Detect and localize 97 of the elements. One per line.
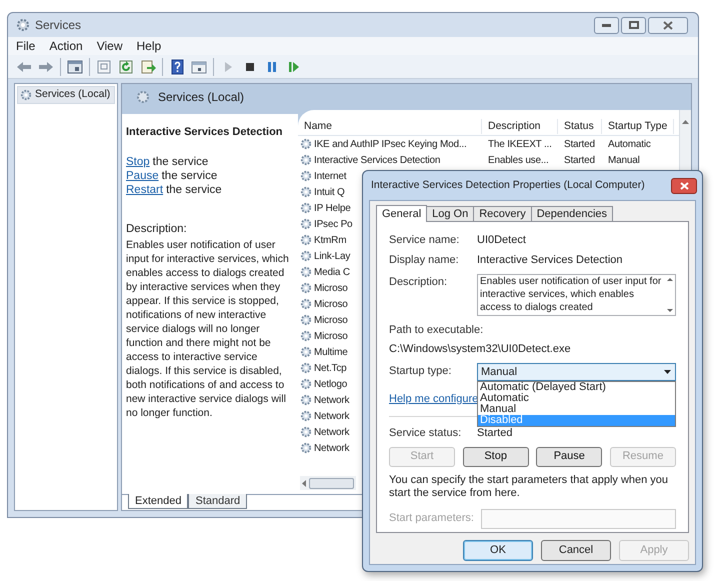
action-text: the service [162,168,218,182]
column-header[interactable]: Description [482,118,558,134]
menu-item[interactable]: File [16,37,36,55]
path-text: C:\Windows\system32\UI0Detect.exe [389,342,572,356]
column-header[interactable]: Name [298,118,482,134]
dropdown-option[interactable]: Manual [478,404,675,415]
menu-item[interactable]: View [96,37,122,55]
field-label: Display name: [389,253,460,268]
service-name[interactable]: Network [314,392,350,408]
gear-icon [20,89,32,101]
field-label: Path to executable: [389,323,484,338]
view-tab[interactable]: Standard [188,494,248,509]
details-title: Interactive Services Detection [126,125,284,140]
service-name[interactable]: Network [314,440,350,456]
close-icon [663,20,673,30]
menu-item[interactable]: Help [136,37,162,55]
console-tree-icon[interactable] [67,58,83,74]
description-label: Description: [126,222,188,236]
service-button[interactable]: Stop [462,446,529,466]
field-value: Interactive Services Detection [477,253,623,268]
dialog-button[interactable]: Cancel [541,540,611,561]
close-button[interactable] [648,16,688,34]
service-button[interactable]: Pause [536,446,602,466]
refresh-icon[interactable] [118,58,134,74]
table-cell-text: Started [563,138,596,152]
help-icon[interactable] [169,58,185,74]
service-name[interactable]: Interactive Services Detection [314,152,440,168]
service-name[interactable]: Net.Tcp [314,360,347,376]
up-arrow-icon [682,120,689,124]
service-name[interactable]: IKE and AuthIP IPsec Keying Mod... [314,136,467,152]
service-name[interactable]: Microso [314,296,348,312]
action-link[interactable]: Restart [126,182,164,196]
dialog-button[interactable]: OK [463,540,533,561]
field-value: Started [477,426,512,440]
dialog-tab[interactable]: Dependencies [530,206,614,221]
properties-icon[interactable] [96,58,112,74]
column-header[interactable]: Status [558,118,602,134]
table-cell-text: The IKEEXT ... [487,138,553,152]
table-cell-text: Automatic [607,138,652,152]
service-name[interactable]: Multime [314,344,348,360]
pane-title: Services (Local) [158,89,244,106]
dialog-tab[interactable]: General [376,205,428,222]
service-name[interactable]: IP Helpe [314,200,351,216]
table-cell-text: Started [563,154,596,168]
column-header[interactable]: Startup Type [602,118,674,134]
service-name[interactable]: Internet [314,168,346,184]
export-list-icon[interactable] [140,58,156,74]
maximize-button[interactable] [621,16,646,34]
action-text: the service [152,154,208,168]
action-link[interactable]: Stop [126,154,150,168]
menu-item[interactable]: Action [49,37,83,55]
window-title: Services [35,17,82,34]
service-name[interactable]: Microso [314,280,348,296]
description-box[interactable]: Enables user notification of user input for interactive services, which enables access to dialogs created [477,274,676,316]
dialog-tab[interactable]: Log On [426,206,474,221]
startup-type-dropdown[interactable]: Manual [477,363,676,381]
service-name[interactable]: IPsec Po [314,216,352,232]
tree-item[interactable]: Services (Local) [17,86,115,104]
help-link[interactable]: Help me configure [389,391,478,408]
service-name[interactable]: Microso [314,312,348,328]
dropdown-arrow-icon [664,370,671,374]
service-name[interactable]: Intuit Q [314,184,345,200]
field-label: Description: [389,275,448,290]
dropdown-option[interactable]: Automatic [478,393,675,404]
view-tab[interactable]: Extended [128,494,188,509]
service-name[interactable]: Media C [314,264,350,280]
field-label: Service name: [389,233,460,248]
service-name[interactable]: KtmRm [314,232,346,248]
table-cell-text: Manual [607,154,641,168]
action-text: the service [166,182,222,196]
service-name[interactable]: Microso [314,328,348,344]
field-value: UI0Detect [477,233,526,248]
service-name[interactable]: Link-Lay [314,248,350,264]
left-arrow-icon [302,480,306,486]
service-name[interactable]: Netlogo [314,376,348,392]
close-button[interactable] [671,178,697,194]
down-arrow-icon [667,309,673,312]
description-text: Enables user notification of user input for interactive services, which enables access to dialogs created by interactive services when they appear. If this service is stopped, notifications of new interactive service dialogs will no longer function and there might not be access to interactive service dialogs. If this service is disabled, both notifications of and access to new interactive service dialogs will no longer function. [126,238,290,420]
gear-icon [16,18,30,32]
horizontal-scrollbar[interactable] [300,476,356,490]
up-arrow-icon [667,278,673,281]
scrollbar-thumb[interactable] [309,478,354,488]
dropdown-option[interactable]: Automatic (Delayed Start) [478,382,675,393]
close-icon [680,182,688,190]
hint-text: You can specify the start parameters that apply when you start the service from here. [389,474,670,500]
window-view-icon[interactable] [191,58,207,74]
field-label: Start parameters: [389,511,475,526]
field-label: Startup type: [389,364,452,379]
service-name[interactable]: Network [314,408,350,424]
action-link[interactable]: Pause [126,168,159,182]
dialog-tab[interactable]: Recovery [473,206,532,221]
table-cell-text: Enables use... [487,154,550,168]
minimize-button[interactable] [594,16,619,34]
service-name[interactable]: Network [314,424,350,440]
field-label: Service status: [389,426,462,440]
gear-icon [136,90,150,104]
dialog-title: Interactive Services Detection Properties (Local Computer) [371,178,645,193]
